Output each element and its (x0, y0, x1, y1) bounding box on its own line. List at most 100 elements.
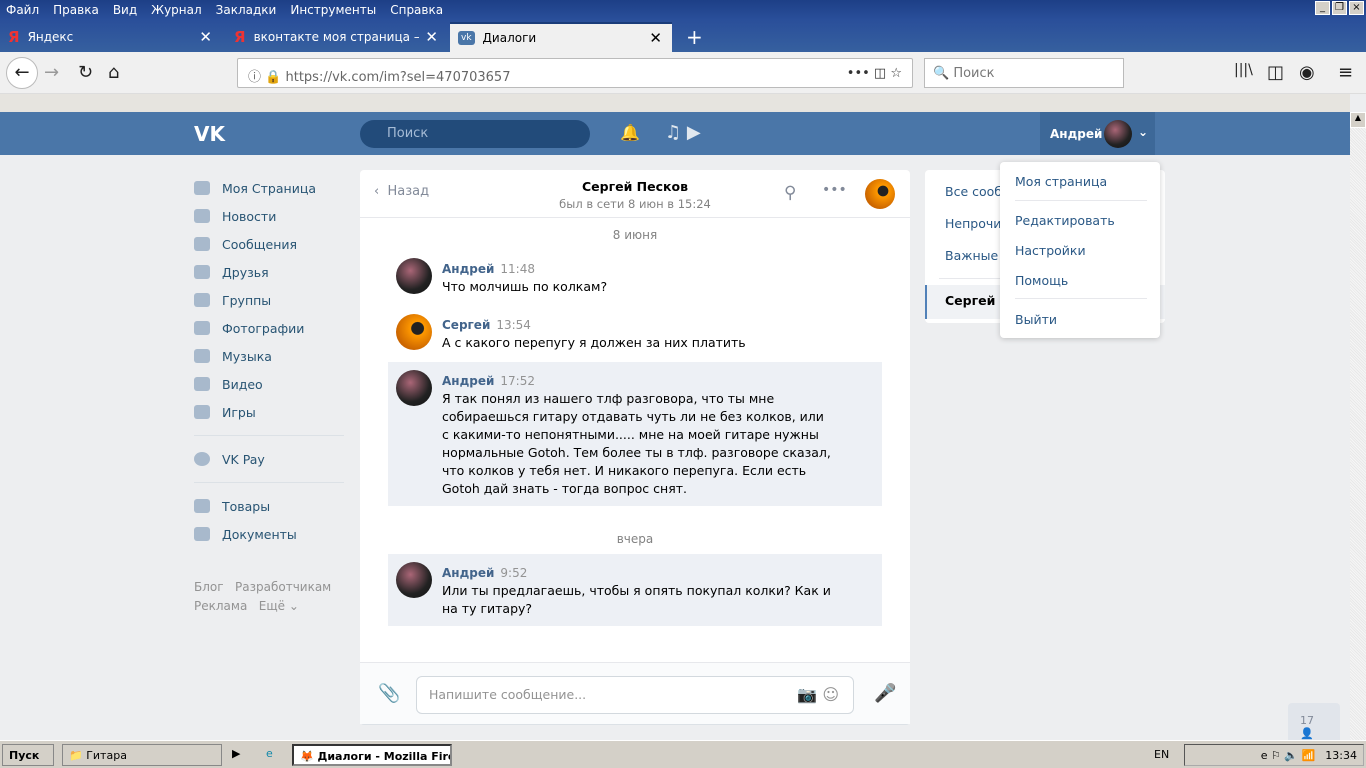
start-button[interactable]: Пуск (2, 744, 54, 766)
menu-file[interactable]: Файл (6, 3, 39, 17)
menu-edit[interactable]: Правка (53, 3, 99, 17)
sender-name[interactable]: Андрей (442, 374, 494, 388)
tab-dialogs[interactable]: vk Диалоги ✕ (450, 22, 672, 52)
nav-groups[interactable]: Группы (194, 286, 344, 314)
contact-avatar[interactable] (865, 179, 895, 209)
nav-label: Фотографии (222, 320, 305, 336)
avatar[interactable] (396, 562, 432, 598)
vk-search-input[interactable]: Поиск (360, 120, 590, 148)
more-icon[interactable]: ••• (822, 182, 847, 198)
footer-developers[interactable]: Разработчикам (235, 580, 331, 594)
sender-name[interactable]: Андрей (442, 262, 494, 276)
close-tab-icon[interactable]: ✕ (425, 28, 438, 46)
taskbar-label: Диалоги - Mozilla Fire... (317, 750, 450, 763)
user-menu-button[interactable]: Андрей ⌄ (1040, 112, 1155, 155)
nav-my-page[interactable]: Моя Страница (194, 174, 344, 202)
camera-emoji-icons[interactable]: 📷 ☺ (797, 685, 839, 704)
message-time: 9:52 (500, 566, 528, 580)
online-count: 17 (1300, 714, 1314, 727)
footer-ads[interactable]: Реклама (194, 599, 247, 613)
nav-label: VK Pay (222, 451, 265, 467)
online-friends-counter[interactable]: 17 👤 (1288, 703, 1340, 740)
scrollbar[interactable]: ▲ (1350, 112, 1366, 740)
music-icon[interactable]: ♫ ▶ (665, 122, 701, 143)
nav-label: Игры (222, 404, 256, 420)
url-bar[interactable]: ⓘ 🔒 https://vk.com/im?sel=470703657 ••• ◫… (237, 58, 913, 88)
sidebar-icon[interactable]: ◫ (1267, 62, 1284, 83)
scroll-up-arrow[interactable]: ▲ (1350, 112, 1366, 128)
avatar[interactable] (396, 314, 432, 350)
close-tab-icon[interactable]: ✕ (649, 29, 662, 47)
page-actions-icons[interactable]: ••• ◫ ☆ (847, 66, 902, 81)
menu-bookmarks[interactable]: Закладки (216, 3, 277, 17)
music-icon (194, 349, 210, 363)
tab-yandex[interactable]: Я Яндекс ✕ (0, 22, 222, 52)
nav-photos[interactable]: Фотографии (194, 314, 344, 342)
nav-messages[interactable]: Сообщения (194, 230, 344, 258)
sender-name[interactable]: Сергей (442, 318, 490, 332)
reload-icon[interactable]: ↻ (78, 62, 93, 83)
friends-icon (194, 265, 210, 279)
footer-blog[interactable]: Блог (194, 580, 224, 594)
bell-icon[interactable]: 🔔 (620, 123, 640, 142)
close-button[interactable]: × (1349, 1, 1364, 15)
restore-button[interactable]: ❐ (1332, 1, 1347, 15)
menu-help[interactable]: Помощь (1015, 273, 1068, 288)
menu-tools[interactable]: Инструменты (290, 3, 376, 17)
nav-video[interactable]: Видео (194, 370, 344, 398)
footer-more[interactable]: Ещё (259, 599, 285, 613)
date-separator: вчера (616, 532, 654, 546)
ie-icon[interactable]: e (266, 747, 273, 760)
info-icon[interactable]: ⓘ (248, 70, 261, 85)
vk-icon: vk (458, 31, 475, 45)
close-tab-icon[interactable]: ✕ (199, 28, 212, 46)
avatar[interactable] (396, 258, 432, 294)
menu-history[interactable]: Журнал (151, 3, 202, 17)
tab-strip: Я Яндекс ✕ Явконтакте моя страница — Яндек… (0, 20, 1366, 52)
home-icon[interactable]: ⌂ (108, 62, 119, 83)
avatar[interactable] (396, 370, 432, 406)
forward-icon[interactable]: → (44, 62, 59, 83)
menu-logout[interactable]: Выйти (1015, 312, 1057, 327)
vk-logo[interactable]: VK (194, 122, 225, 146)
microphone-icon[interactable]: 🎤 (874, 683, 896, 704)
library-icon[interactable]: |||\ (1234, 62, 1253, 78)
menu-view[interactable]: Вид (113, 3, 137, 17)
language-indicator[interactable]: EN (1154, 748, 1169, 761)
nav-label: Новости (222, 208, 277, 224)
paperclip-icon[interactable]: 📎 (378, 683, 400, 704)
filter-important[interactable]: Важные (945, 248, 998, 263)
account-icon[interactable]: ◉ (1299, 62, 1315, 83)
nav-label: Товары (222, 498, 271, 514)
nav-vkpay[interactable]: VK Pay (194, 445, 344, 473)
media-player-icon[interactable]: ▶ (232, 747, 240, 760)
menu-settings[interactable]: Настройки (1015, 243, 1086, 258)
taskbar-item-firefox[interactable]: 🦊 Диалоги - Mozilla Fire... (292, 744, 452, 766)
nav-news[interactable]: Новости (194, 202, 344, 230)
minimize-button[interactable]: _ (1315, 1, 1330, 15)
document-icon (194, 527, 210, 541)
back-icon[interactable]: ← (6, 57, 38, 89)
new-tab-button[interactable]: + (678, 22, 711, 52)
tray-icons[interactable]: e ⚐ 🔈 📶 (1261, 749, 1316, 762)
nav-games[interactable]: Игры (194, 398, 344, 426)
hamburger-menu-icon[interactable]: ≡ (1338, 62, 1353, 83)
chevron-down-icon: ⌄ (1138, 125, 1149, 139)
menu-help[interactable]: Справка (390, 3, 443, 17)
menu-my-page[interactable]: Моя страница (1015, 174, 1107, 189)
nav-documents[interactable]: Документы (194, 520, 344, 548)
sender-name[interactable]: Андрей (442, 566, 494, 580)
message-input[interactable]: Напишите сообщение... 📷 ☺ (416, 676, 854, 714)
taskbar-item-folder[interactable]: 📁 Гитара (62, 744, 222, 766)
nav-music[interactable]: Музыка (194, 342, 344, 370)
search-icon[interactable]: ⚲ (784, 183, 796, 203)
search-placeholder: Поиск (387, 126, 429, 141)
message-text: Или ты предлагаешь, чтобы я опять покупа… (442, 583, 831, 616)
tab-search[interactable]: Явконтакте моя страница — Яндекс ✕ (226, 22, 448, 52)
browser-strip (0, 94, 1350, 112)
menu-edit[interactable]: Редактировать (1015, 213, 1115, 228)
nav-goods[interactable]: Товары (194, 492, 344, 520)
browser-search-input[interactable]: 🔍 Поиск (924, 58, 1124, 88)
groups-icon (194, 293, 210, 307)
nav-friends[interactable]: Друзья (194, 258, 344, 286)
